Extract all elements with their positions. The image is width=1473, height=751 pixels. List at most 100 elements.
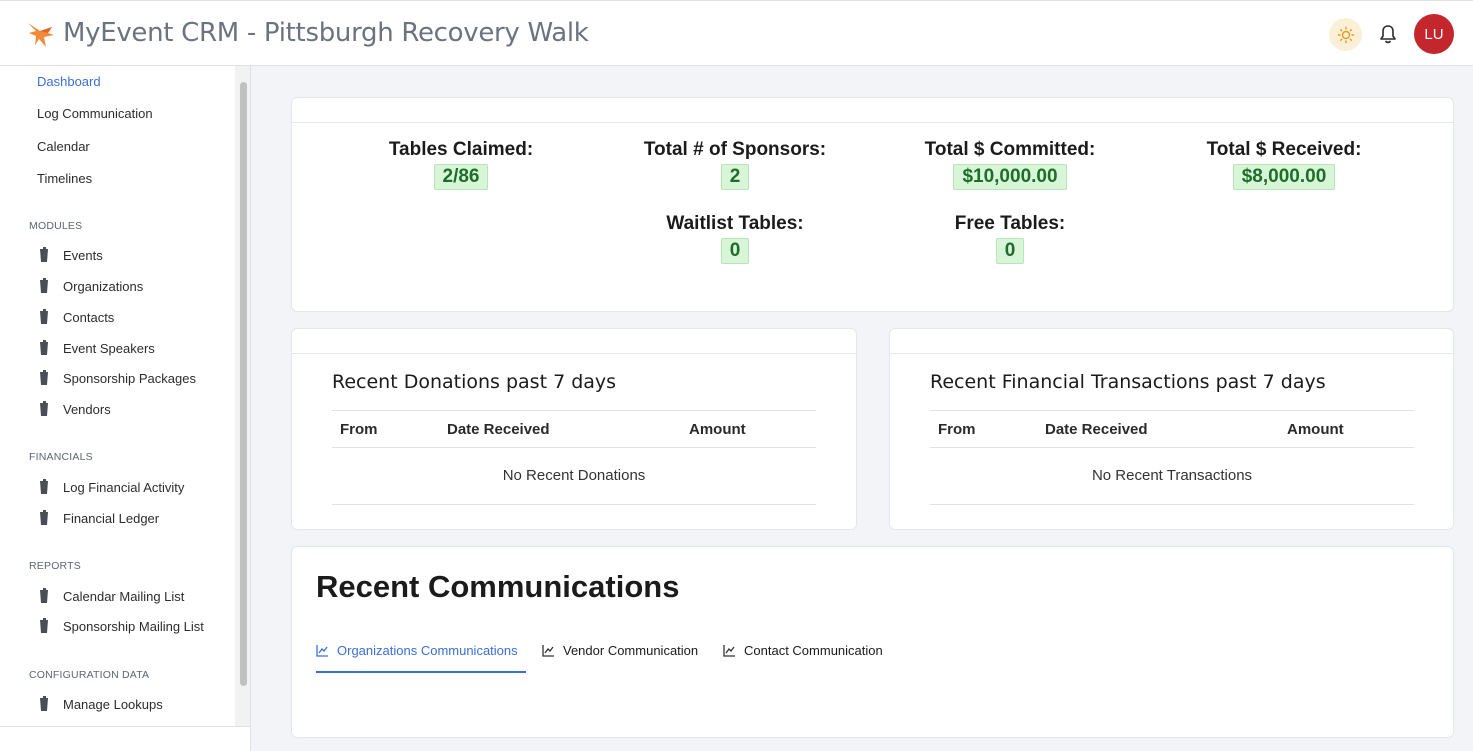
sidebar-item-event-speakers[interactable]: Event Speakers	[37, 338, 155, 358]
donations-table: From Date Received Amount No Recent Dona…	[332, 410, 816, 505]
sidebar-item-financial-ledger[interactable]: Financial Ledger	[37, 508, 159, 528]
stats-card: Tables Claimed: 2/86 Total # of Sponsors…	[291, 97, 1454, 312]
sidebar: Dashboard Log Communication Calendar Tim…	[0, 66, 251, 751]
sidebar-item-sponsorship-packages[interactable]: Sponsorship Packages	[37, 368, 196, 388]
table-header: From Date Received Amount	[332, 410, 816, 448]
sidebar-item-events[interactable]: Events	[37, 245, 103, 265]
cup-icon	[40, 370, 48, 385]
panel-title: Recent Donations past 7 days	[332, 371, 617, 393]
recent-donations-card: Recent Donations past 7 days From Date R…	[291, 328, 857, 530]
section-title: Recent Communications	[316, 569, 680, 604]
table-header: From Date Received Amount	[930, 410, 1414, 448]
cup-icon	[40, 696, 48, 711]
column-header-amount[interactable]: Amount	[1287, 421, 1344, 438]
column-header-amount[interactable]: Amount	[689, 421, 746, 438]
stat-label: Tables Claimed:	[388, 139, 534, 160]
sidebar-item-label: Sponsorship Packages	[63, 370, 196, 386]
stat-value: $8,000.00	[1232, 164, 1336, 190]
tab-organizations-communications[interactable]: Organizations Communications	[316, 643, 526, 673]
column-header-date-received[interactable]: Date Received	[1045, 421, 1148, 438]
sidebar-item-label: Events	[63, 247, 103, 263]
section-configuration-data: CONFIGURATION DATA	[29, 669, 150, 681]
user-avatar[interactable]: LU	[1414, 14, 1454, 54]
recent-transactions-card: Recent Financial Transactions past 7 day…	[889, 328, 1454, 530]
section-modules: MODULES	[29, 220, 83, 232]
tab-label: Vendor Communication	[563, 643, 699, 658]
line-chart-icon	[723, 645, 735, 657]
panel-title: Recent Financial Transactions past 7 day…	[930, 371, 1326, 393]
section-reports: REPORTS	[29, 560, 81, 572]
sidebar-item-label: Financial Ledger	[63, 510, 160, 526]
sidebar-item-timelines[interactable]: Timelines	[37, 171, 92, 186]
sidebar-scroll-thumb[interactable]	[240, 82, 247, 686]
stat-label: Waitlist Tables:	[666, 213, 804, 234]
stat-value: 2/86	[433, 164, 489, 190]
line-chart-icon	[542, 645, 554, 657]
sidebar-item-label: Calendar Mailing List	[63, 588, 185, 604]
sidebar-item-label: Event Speakers	[63, 340, 155, 356]
divider	[890, 353, 1453, 354]
theme-toggle-button[interactable]	[1329, 18, 1362, 51]
tab-vendor-communication[interactable]: Vendor Communication	[542, 643, 698, 673]
divider	[292, 122, 1453, 123]
stat-value: 0	[995, 238, 1025, 264]
sidebar-item-log-financial-activity[interactable]: Log Financial Activity	[37, 477, 184, 497]
tab-contact-communication[interactable]: Contact Communication	[723, 643, 883, 673]
tab-label: Contact Communication	[744, 643, 883, 658]
stat-tables-claimed: Tables Claimed: 2/86	[331, 139, 591, 190]
sidebar-item-sponsorship-mailing-list[interactable]: Sponsorship Mailing List	[37, 616, 204, 636]
cup-icon	[40, 278, 48, 293]
cup-icon	[40, 340, 48, 355]
stat-value: 2	[720, 164, 750, 190]
stat-label: Total $ Received:	[1206, 139, 1362, 160]
divider	[0, 726, 250, 727]
stat-free-tables: Free Tables: 0	[880, 213, 1140, 264]
sidebar-item-contacts[interactable]: Contacts	[37, 307, 114, 327]
app-title: MyEvent CRM - Pittsburgh Recovery Walk	[63, 18, 589, 48]
sidebar-item-calendar-mailing-list[interactable]: Calendar Mailing List	[37, 586, 184, 606]
column-header-from[interactable]: From	[938, 421, 976, 438]
tab-label: Organizations Communications	[337, 643, 518, 658]
sun-icon	[1337, 26, 1354, 43]
column-header-from[interactable]: From	[340, 421, 378, 438]
cup-icon	[40, 479, 48, 494]
top-header: MyEvent CRM - Pittsburgh Recovery Walk L…	[0, 0, 1473, 66]
divider	[292, 353, 856, 354]
sidebar-item-label: Contacts	[63, 309, 115, 325]
sidebar-item-calendar[interactable]: Calendar	[37, 139, 90, 154]
transactions-table: From Date Received Amount No Recent Tran…	[930, 410, 1414, 505]
bell-icon[interactable]	[1377, 23, 1399, 45]
cup-icon	[40, 510, 48, 525]
sidebar-item-label: Organizations	[63, 278, 144, 294]
stat-total-sponsors: Total # of Sponsors: 2	[605, 139, 865, 190]
stat-waitlist-tables: Waitlist Tables: 0	[605, 213, 865, 264]
section-financials: FINANCIALS	[29, 451, 93, 463]
sidebar-item-manage-lookups[interactable]: Manage Lookups	[37, 694, 163, 714]
sidebar-item-label: Log Financial Activity	[63, 479, 185, 495]
stat-value: $10,000.00	[953, 164, 1067, 190]
empty-state: No Recent Donations	[332, 448, 816, 505]
sidebar-item-organizations[interactable]: Organizations	[37, 276, 143, 296]
cup-icon	[40, 309, 48, 324]
fox-logo-icon[interactable]	[26, 19, 56, 49]
recent-communications-card: Recent Communications Organizations Comm…	[291, 546, 1454, 738]
sidebar-item-dashboard[interactable]: Dashboard	[37, 74, 101, 89]
cup-icon	[40, 247, 48, 262]
sidebar-item-vendors[interactable]: Vendors	[37, 399, 111, 419]
sidebar-item-label: Vendors	[63, 401, 111, 417]
sidebar-item-log-communication[interactable]: Log Communication	[37, 106, 153, 121]
cup-icon	[40, 588, 48, 603]
cup-icon	[40, 618, 48, 633]
line-chart-icon	[316, 645, 328, 657]
cup-icon	[40, 401, 48, 416]
stat-total-committed: Total $ Committed: $10,000.00	[880, 139, 1140, 190]
stat-total-received: Total $ Received: $8,000.00	[1154, 139, 1414, 190]
stat-value: 0	[720, 238, 750, 264]
empty-state: No Recent Transactions	[930, 448, 1414, 505]
sidebar-item-label: Sponsorship Mailing List	[63, 618, 204, 634]
column-header-date-received[interactable]: Date Received	[447, 421, 550, 438]
sidebar-item-label: Manage Lookups	[63, 696, 163, 712]
stat-label: Total $ Committed:	[924, 139, 1096, 160]
stat-label: Free Tables:	[954, 213, 1066, 234]
stat-label: Total # of Sponsors:	[643, 139, 827, 160]
